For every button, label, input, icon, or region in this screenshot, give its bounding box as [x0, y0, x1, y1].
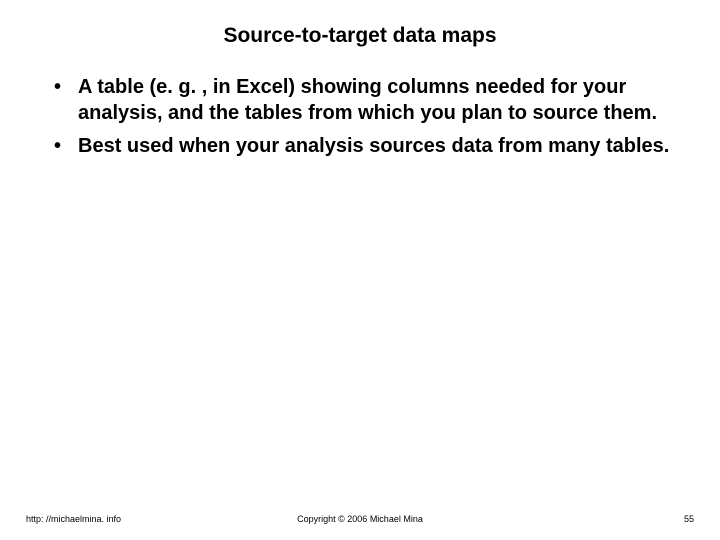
footer: http: //michaelmina. info Copyright © 20… [0, 514, 720, 524]
list-item: A table (e. g. , in Excel) showing colum… [40, 74, 680, 127]
bullet-list: A table (e. g. , in Excel) showing colum… [40, 74, 680, 159]
page-title: Source-to-target data maps [40, 24, 680, 48]
page-number: 55 [684, 514, 694, 524]
footer-copyright: Copyright © 2006 Michael Mina [0, 514, 720, 524]
list-item: Best used when your analysis sources dat… [40, 133, 680, 159]
slide: Source-to-target data maps A table (e. g… [0, 0, 720, 540]
